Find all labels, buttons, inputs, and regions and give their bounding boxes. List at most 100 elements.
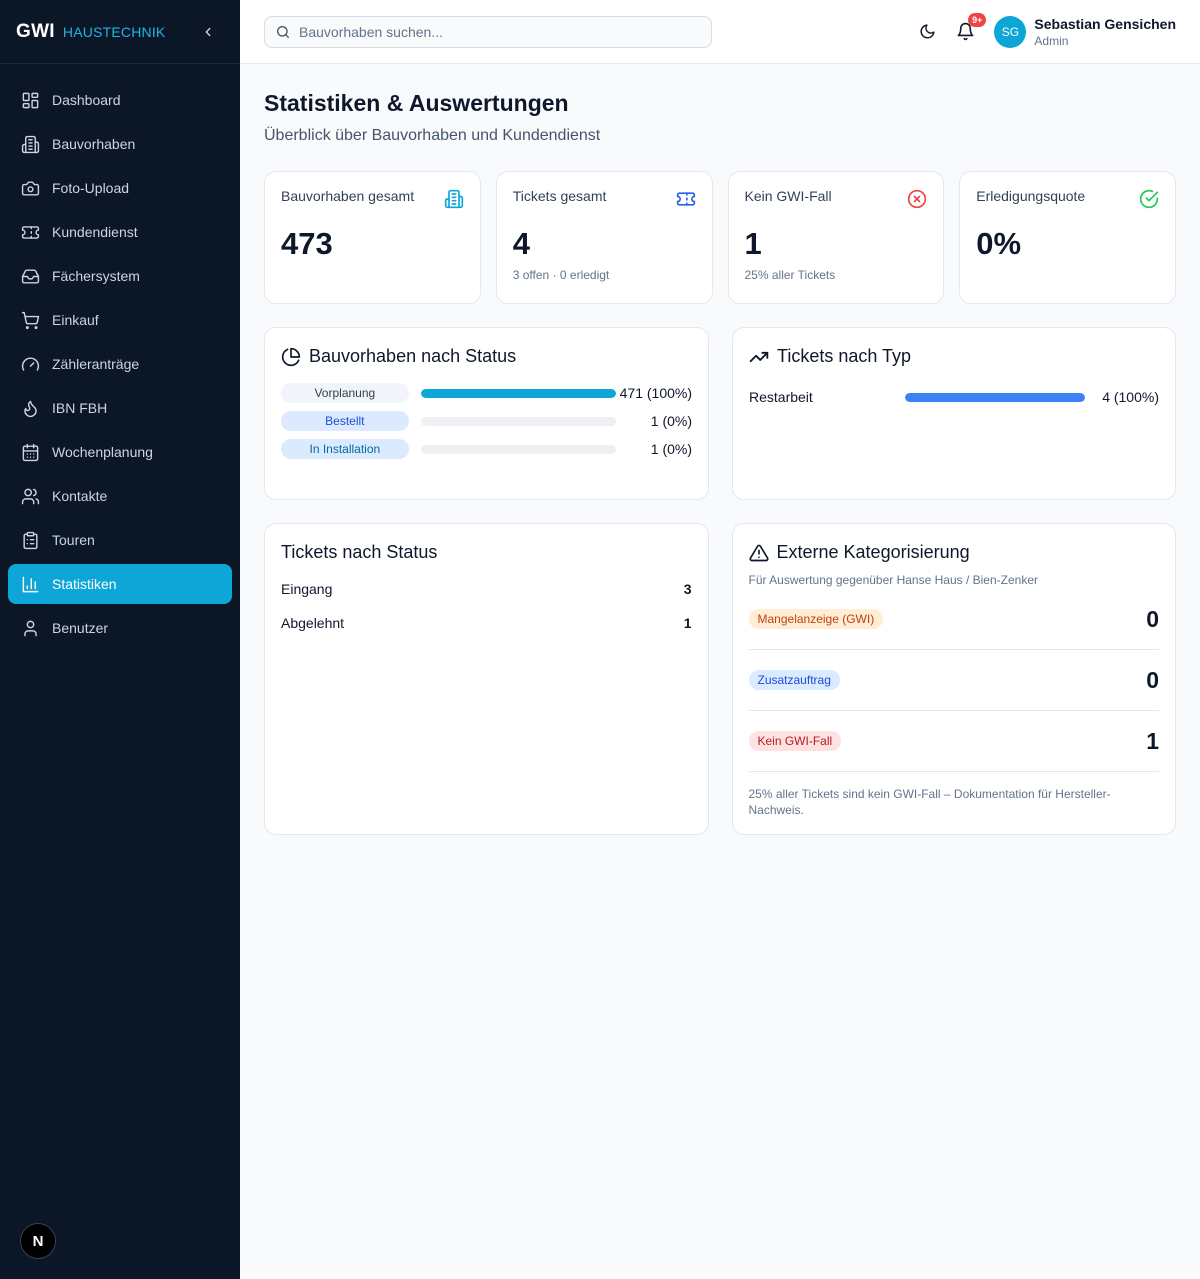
- building-icon: [20, 134, 40, 154]
- type-count: 4 (100%): [1102, 389, 1159, 405]
- brand-name: GWI: [16, 20, 55, 42]
- category-row: Mangelanzeige (GWI) 0: [748, 589, 1159, 650]
- type-list: Restarbeit 4 (100%): [749, 389, 1159, 405]
- camera-icon: [20, 178, 40, 198]
- sidebar-item-zähleranträge[interactable]: Zähleranträge: [8, 344, 232, 384]
- sidebar-item-statistiken[interactable]: Statistiken: [8, 564, 232, 604]
- status-row: Vorplanung 471 (100%): [281, 383, 692, 403]
- status-bar: [420, 444, 617, 454]
- ticket-status-row: Eingang 3: [281, 581, 692, 597]
- check-circle-icon: [1139, 189, 1159, 209]
- sidebar-item-touren[interactable]: Touren: [8, 520, 232, 560]
- user-name: Sebastian Gensichen: [1034, 15, 1176, 32]
- user-info: Sebastian Gensichen Admin: [1034, 16, 1176, 48]
- category-value: 0: [1146, 666, 1159, 693]
- sidebar-nav: Dashboard Bauvorhaben Foto-Upload Kundendie…: [0, 64, 240, 668]
- card-bauvorhaben-status: Bauvorhaben nach Status Vorplanung 471 (1…: [264, 327, 709, 500]
- chevron-left-icon: [205, 27, 211, 36]
- search-icon: [277, 25, 289, 38]
- status-bar: [420, 416, 617, 426]
- kpi-label: Erledigungsquote: [976, 188, 1086, 204]
- users-icon: [20, 486, 40, 506]
- sidebar-item-fächersystem[interactable]: Fächersystem: [8, 256, 232, 296]
- sidebar-item-label: Foto-Upload: [52, 180, 130, 196]
- status-pill: In Installation: [281, 439, 409, 459]
- sidebar-item-wochenplanung[interactable]: Wochenplanung: [8, 432, 232, 472]
- x-circle-icon: [908, 189, 927, 209]
- status-row: In Installation 1 (0%): [281, 439, 692, 459]
- notifications-button[interactable]: 9+: [950, 12, 987, 47]
- category-pill: Kein GWI-Fall: [748, 731, 842, 751]
- card-externe-kategorisierung: Externe Kategorisierung Für Auswertung g…: [731, 523, 1176, 835]
- ticket-icon: [676, 192, 695, 206]
- sidebar-item-label: IBN FBH: [52, 400, 108, 416]
- gauge-icon: [20, 354, 40, 374]
- kpi-value: 0%: [976, 226, 1022, 261]
- card-title: Externe Kategorisierung: [748, 542, 1160, 563]
- app-logo-n[interactable]: N: [20, 1223, 56, 1259]
- status-count: 1 (0%): [650, 441, 693, 457]
- cart-icon: [20, 310, 40, 330]
- ticket-status-list: Eingang 3 Abgelehnt 1: [281, 581, 692, 631]
- card-tickets-status: Tickets nach Status Eingang 3 Abgelehnt 1: [264, 523, 709, 835]
- sidebar-item-dashboard[interactable]: Dashboard: [8, 80, 232, 120]
- sidebar-item-label: Benutzer: [52, 620, 109, 636]
- type-bar-fill: [905, 392, 1085, 402]
- category-pill: Zusatzauftrag: [748, 670, 840, 690]
- category-value: 0: [1146, 605, 1159, 632]
- card-title-text: Externe Kategorisierung: [776, 542, 970, 562]
- type-label: Restarbeit: [749, 389, 813, 405]
- search-input[interactable]: [299, 23, 699, 40]
- category-note: 25% aller Tickets sind kein GWI-Fall – D…: [748, 787, 1111, 817]
- clipboard-icon: [20, 530, 40, 550]
- kpi-card-bauvorhaben: Bauvorhaben gesamt 473: [264, 171, 481, 304]
- sidebar-item-kundendienst[interactable]: Kundendienst: [8, 212, 232, 252]
- kpi-value: 1: [744, 226, 762, 261]
- kpi-card-kein-gwi-fall: Kein GWI-Fall 1 25% aller Tickets: [727, 171, 945, 304]
- inbox-icon: [20, 266, 40, 286]
- flame-icon: [20, 398, 40, 418]
- kpi-card-erledigungsquote: Erledigungsquote 0%: [959, 171, 1176, 304]
- alert-triangle-icon: [748, 544, 769, 561]
- status-count: 1 (0%): [650, 413, 693, 429]
- sidebar-item-label: Touren: [52, 532, 95, 548]
- avatar: SG: [994, 15, 1027, 48]
- trending-up-icon: [749, 351, 769, 362]
- sidebar-item-bauvorhaben[interactable]: Bauvorhaben: [8, 124, 232, 164]
- sidebar-item-foto-upload[interactable]: Foto-Upload: [8, 168, 232, 208]
- kpi-label: Kein GWI-Fall: [744, 188, 832, 204]
- card-title-text: Tickets nach Status: [281, 542, 438, 562]
- card-title: Bauvorhaben nach Status: [281, 346, 692, 367]
- building-icon: [444, 189, 463, 209]
- status-pill: Bestellt: [281, 411, 409, 431]
- type-bar: [905, 392, 1085, 402]
- category-value: 1: [1146, 727, 1159, 754]
- sidebar: GWI HAUSTECHNIK Dashboard Bauvorhaben Foto…: [0, 0, 240, 1279]
- sidebar-item-label: Wochenplanung: [52, 444, 153, 460]
- category-pill: Mangelanzeige (GWI): [748, 609, 884, 629]
- card-title: Tickets nach Typ: [749, 346, 1159, 367]
- status-pill: Vorplanung: [281, 383, 409, 403]
- type-row: Restarbeit 4 (100%): [749, 389, 1159, 405]
- sidebar-item-label: Bauvorhaben: [52, 136, 136, 152]
- status-bar-fill: [420, 388, 617, 398]
- sidebar-item-kontakte[interactable]: Kontakte: [8, 476, 232, 516]
- card-title-text: Bauvorhaben nach Status: [309, 346, 517, 366]
- collapse-sidebar-button[interactable]: [196, 20, 220, 44]
- header-actions: 9+ SG Sebastian Gensichen Admin: [904, 12, 1176, 48]
- kpi-card-tickets: Tickets gesamt 4 3 offen · 0 erledigt: [495, 171, 713, 304]
- user-menu[interactable]: SG Sebastian Gensichen Admin: [994, 15, 1176, 48]
- ticket-status-row: Abgelehnt 1: [281, 615, 692, 631]
- notification-badge: 9+: [968, 12, 987, 27]
- ticket-status-label: Eingang: [281, 581, 333, 597]
- sidebar-item-einkauf[interactable]: Einkauf: [8, 300, 232, 340]
- sidebar-item-label: Kontakte: [52, 488, 108, 504]
- main-content: Statistiken & Auswertungen Überblick übe…: [264, 64, 1176, 835]
- card-title-text: Tickets nach Typ: [777, 346, 912, 366]
- search-box[interactable]: [264, 15, 712, 48]
- sidebar-item-ibn-fbh[interactable]: IBN FBH: [8, 388, 232, 428]
- card-tickets-typ: Tickets nach Typ Restarbeit 4 (100%): [732, 327, 1176, 500]
- theme-toggle-button[interactable]: [912, 17, 942, 47]
- sidebar-item-benutzer[interactable]: Benutzer: [8, 608, 232, 648]
- user-role: Admin: [1034, 33, 1069, 48]
